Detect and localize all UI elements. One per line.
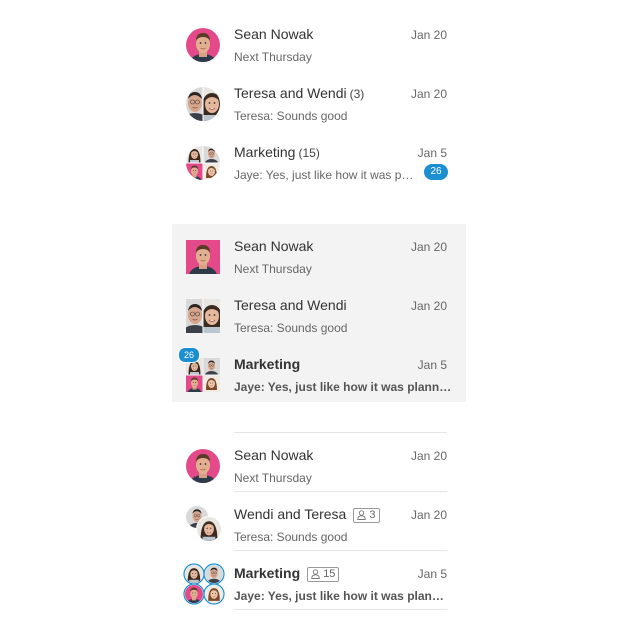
conversation-snippet: Teresa: Sounds good (234, 530, 348, 544)
conversation-list-variants: Sean Nowak Jan 20 Next Thursday Teresa a… (0, 0, 638, 627)
conversation-name: Sean Nowak (234, 447, 314, 463)
conversation-name: Sean Nowak (234, 238, 314, 254)
conversation-name: Marketing (234, 356, 301, 372)
conversation-snippet: Next Thursday (234, 262, 312, 276)
member-count-chip: 3 (353, 508, 380, 523)
participant-count: (3) (349, 87, 365, 101)
conversation-item[interactable]: Teresa and Wendi (3) Jan 20 Teresa: Sound… (172, 71, 466, 130)
conversation-snippet: Next Thursday (234, 471, 312, 485)
conversation-snippet: Teresa: Sounds good (234, 109, 348, 123)
conversation-item[interactable]: Wendi and Teresa 3 Jan 20 Teresa: Sounds… (172, 492, 466, 551)
conversation-name: Teresa and Wendi (234, 297, 347, 313)
conversation-name: Sean Nowak (234, 26, 314, 42)
avatar (186, 28, 220, 62)
conversation-date: Jan 20 (410, 28, 447, 42)
people-icon (311, 569, 320, 579)
conversation-item[interactable]: Sean Nowak Jan 20 Next Thursday (172, 224, 466, 283)
conversation-item[interactable]: Marketing (15) Jan 5 Jaye: Yes, just like… (172, 130, 466, 189)
conversation-list-circular: Sean Nowak Jan 20 Next Thursday Teresa a… (172, 12, 466, 189)
conversation-snippet: Jaye: Yes, just like how it was planned (234, 168, 416, 182)
conversation-item[interactable]: Sean Nowak Jan 20 Next Thursday (172, 433, 466, 492)
conversation-item[interactable]: 26 Marketing Jan 5 Jaye: Yes, just like … (172, 342, 466, 401)
avatar (186, 449, 220, 483)
member-count-chip: 15 (307, 567, 340, 582)
divider (234, 609, 447, 610)
avatar (186, 240, 220, 274)
conversation-snippet: Teresa: Sounds good (234, 321, 348, 335)
conversation-name: Wendi and Teresa 3 (234, 506, 380, 523)
unread-badge: 26 (178, 347, 200, 363)
conversation-date: Jan 20 (410, 240, 447, 254)
conversation-date: Jan 5 (417, 146, 447, 160)
conversation-snippet: Jaye: Yes, just like how it was planned (234, 380, 452, 394)
conversation-item[interactable]: Sean Nowak Jan 20 Next Thursday (172, 12, 466, 71)
conversation-date: Jan 20 (410, 299, 447, 313)
conversation-item[interactable]: Teresa and Wendi Jan 20 Teresa: Sounds g… (172, 283, 466, 342)
avatar-group (186, 87, 220, 121)
avatar-group (186, 146, 220, 180)
conversation-name: Teresa and Wendi (3) (234, 85, 365, 101)
conversation-name: Marketing 15 (234, 565, 340, 582)
avatar-group (183, 563, 225, 605)
conversation-name: Marketing (15) (234, 144, 320, 160)
people-icon (357, 510, 367, 520)
conversation-item[interactable]: Marketing 15 Jan 5 Jaye: Yes, just like … (172, 551, 466, 610)
conversation-date: Jan 5 (417, 567, 447, 581)
conversation-list-square: Sean Nowak Jan 20 Next Thursday Teresa a… (172, 224, 466, 402)
conversation-snippet: Jaye: Yes, just like how it was planned (234, 589, 444, 603)
conversation-date: Jan 5 (417, 358, 447, 372)
avatar-group (186, 299, 220, 333)
unread-badge: 26 (424, 164, 448, 180)
avatar-group (186, 506, 222, 542)
conversation-snippet: Next Thursday (234, 50, 312, 64)
conversation-date: Jan 20 (410, 508, 447, 522)
avatar-group (186, 358, 220, 392)
conversation-list-outlined: Sean Nowak Jan 20 Next Thursday Wendi an… (172, 420, 466, 610)
participant-count: (15) (298, 146, 320, 160)
conversation-date: Jan 20 (410, 87, 447, 101)
conversation-date: Jan 20 (410, 449, 447, 463)
